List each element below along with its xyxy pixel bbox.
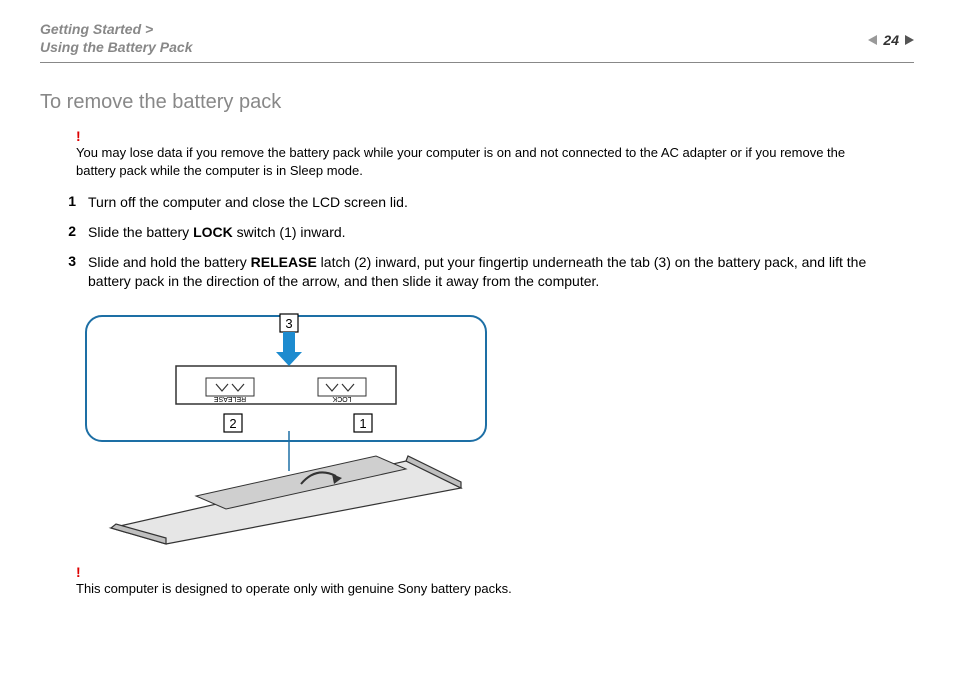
page-nav: 24 — [868, 20, 914, 48]
next-page-icon[interactable] — [905, 35, 914, 45]
lock-label: LOCK — [332, 395, 351, 402]
step-2: 2 Slide the battery LOCK switch (1) inwa… — [76, 223, 914, 243]
warning-text-bottom: This computer is designed to operate onl… — [76, 580, 874, 598]
callout-3: 3 — [285, 316, 292, 331]
page-header: Getting Started > Using the Battery Pack… — [40, 20, 914, 63]
breadcrumb: Getting Started > Using the Battery Pack — [40, 20, 193, 56]
breadcrumb-line-1: Getting Started > — [40, 20, 193, 38]
warning-text-top: You may lose data if you remove the batt… — [76, 144, 874, 179]
step-text: Turn off the computer and close the LCD … — [88, 193, 884, 213]
callout-1: 1 — [359, 416, 366, 431]
step-3: 3 Slide and hold the battery RELEASE lat… — [76, 253, 914, 292]
page-title: To remove the battery pack — [40, 91, 914, 114]
warning-mark-icon: ! — [76, 128, 914, 144]
step-1: 1 Turn off the computer and close the LC… — [76, 193, 914, 213]
step-text: Slide the battery LOCK switch (1) inward… — [88, 223, 884, 243]
step-number: 1 — [46, 193, 88, 209]
step-text: Slide and hold the battery RELEASE latch… — [88, 253, 884, 292]
prev-page-icon[interactable] — [868, 35, 877, 45]
battery-removal-diagram: RELEASE LOCK 3 2 1 — [76, 306, 496, 546]
page-number: 24 — [883, 32, 899, 48]
down-arrow-icon — [276, 332, 302, 366]
breadcrumb-line-2: Using the Battery Pack — [40, 38, 193, 56]
step-number: 2 — [46, 223, 88, 239]
warning-mark-icon: ! — [76, 564, 914, 580]
step-number: 3 — [46, 253, 88, 269]
release-label: RELEASE — [214, 395, 247, 402]
callout-2: 2 — [229, 416, 236, 431]
